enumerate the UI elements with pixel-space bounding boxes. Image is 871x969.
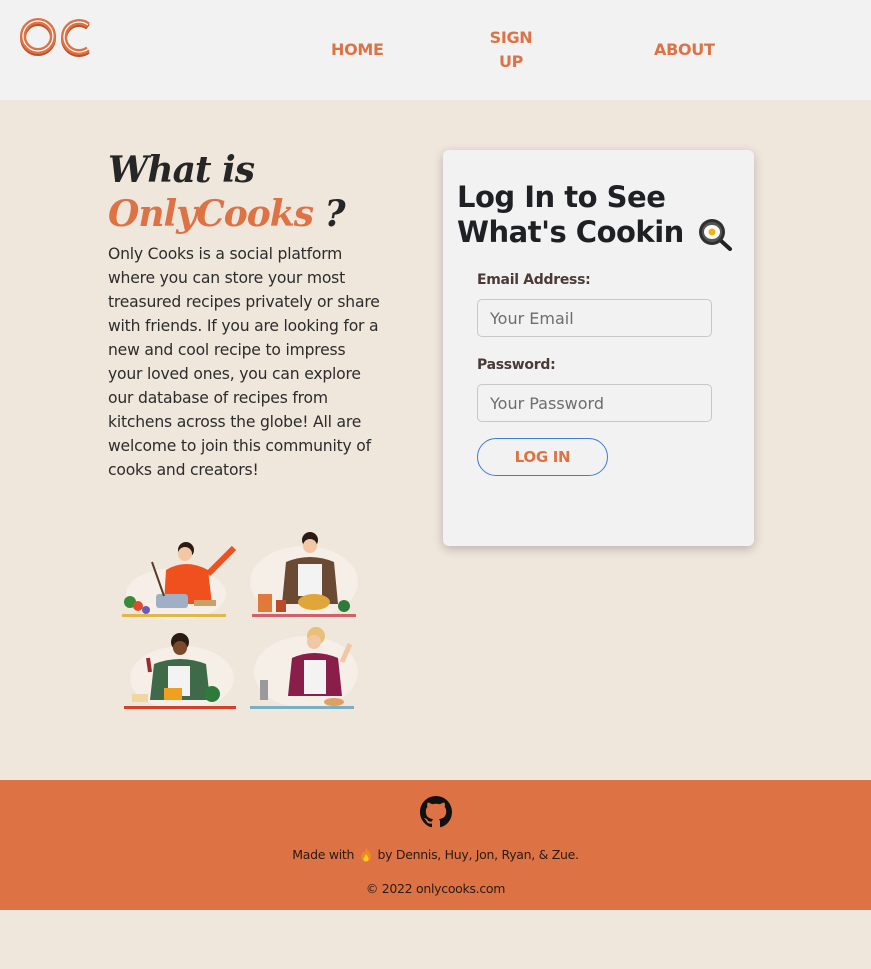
nav-signup-link[interactable]: SIGN UP xyxy=(487,26,535,74)
cook-illustration-4 xyxy=(250,627,358,709)
intro-title-brand: OnlyCooks xyxy=(108,193,314,235)
onlycooks-logo[interactable] xyxy=(18,16,96,62)
intro-title-suffix: ? xyxy=(313,193,346,235)
footer-made-prefix: Made with xyxy=(292,847,355,862)
fire-icon xyxy=(360,847,371,862)
login-button[interactable]: LOG IN xyxy=(477,438,608,476)
password-field[interactable] xyxy=(477,384,712,422)
login-title: Log In to See What's Cookin xyxy=(457,180,747,251)
login-title-text: Log In to See What's Cookin xyxy=(457,180,684,249)
password-label: Password: xyxy=(477,357,556,373)
email-field[interactable] xyxy=(477,299,712,337)
footer-made-suffix: by Dennis, Huy, Jon, Ryan, & Zue. xyxy=(377,847,579,862)
footer-credits: Made with by Dennis, Huy, Jon, Ryan, & Z… xyxy=(0,847,871,862)
intro-title-prefix: What is xyxy=(108,149,255,191)
top-nav: HOME SIGN UP ABOUT xyxy=(0,0,871,100)
intro-description: Only Cooks is a social platform where yo… xyxy=(108,245,380,479)
intro-title: What is OnlyCooks ? xyxy=(108,148,388,236)
cook-illustration-1 xyxy=(122,542,237,620)
nav-about-link[interactable]: ABOUT xyxy=(654,38,715,62)
nav-home-link[interactable]: HOME xyxy=(331,38,384,62)
login-card: Log In to See What's Cookin Email Addres… xyxy=(443,150,754,546)
github-icon[interactable] xyxy=(420,796,452,828)
footer-copyright: © 2022 onlycooks.com xyxy=(365,881,506,896)
cook-illustration-2 xyxy=(250,532,358,618)
frying-pan-egg-icon xyxy=(699,219,733,251)
cook-illustration-3 xyxy=(124,633,236,710)
footer: Made with by Dennis, Huy, Jon, Ryan, & Z… xyxy=(0,780,871,910)
email-label: Email Address: xyxy=(477,272,591,288)
